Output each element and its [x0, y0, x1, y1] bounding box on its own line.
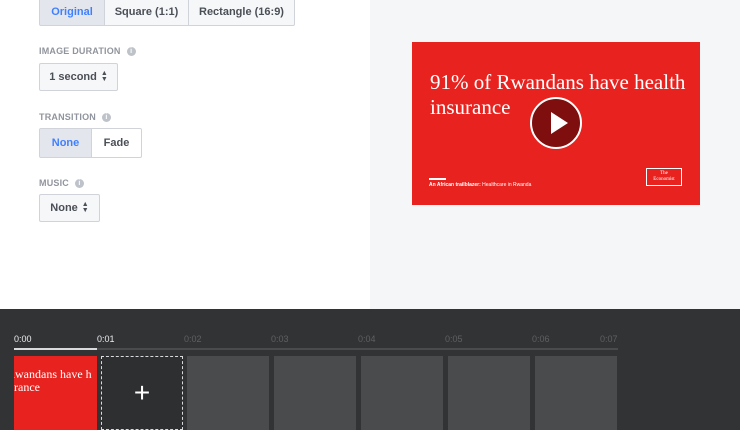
timeline-empty-slot [535, 356, 617, 430]
preview-subtitle: An African trailblazer: Healthcare in Rw… [429, 182, 531, 188]
timeline-tick: 0:00 [14, 334, 32, 344]
video-preview[interactable]: 91% of Rwandans have health insurance An… [412, 42, 700, 205]
up-down-chevron-icon: ▲ ▼ [81, 201, 89, 214]
format-rectangle-button[interactable]: Rectangle (16:9) [189, 0, 295, 26]
info-icon[interactable]: i [126, 46, 136, 56]
timeline-tick: 0:06 [532, 334, 550, 344]
economist-logo: The Economist [646, 168, 682, 186]
image-duration-dropdown[interactable]: 1 second ▲ ▼ [39, 63, 118, 91]
clip-text: of Rwandans have h insurance [14, 367, 92, 394]
settings-panel: Original Square (1:1) Rectangle (16:9) I… [0, 0, 370, 309]
format-selector: Original Square (1:1) Rectangle (16:9) [39, 0, 295, 26]
timeline-empty-slot [361, 356, 443, 430]
music-label: MUSIC [39, 178, 69, 188]
play-icon[interactable] [530, 97, 582, 149]
format-original-button[interactable]: Original [39, 0, 105, 26]
preview-subtitle-rest: Healthcare in Rwanda [480, 182, 532, 188]
timeline: 0:00 0:01 0:02 0:03 0:04 0:05 0:06 0:07 … [0, 309, 740, 430]
info-icon[interactable]: i [75, 178, 84, 188]
timeline-tick: 0:01 [97, 334, 115, 344]
music-label-row: MUSIC i [39, 178, 84, 188]
music-dropdown[interactable]: None ▲ ▼ [39, 194, 100, 222]
timeline-clip[interactable]: of Rwandans have h insurance [14, 356, 97, 430]
up-down-chevron-icon: ▲ ▼ [100, 70, 108, 83]
timeline-empty-slot [187, 356, 269, 430]
info-icon[interactable]: i [102, 112, 111, 122]
transition-fade-button[interactable]: Fade [92, 128, 142, 158]
transition-label: TRANSITION [39, 112, 96, 122]
format-square-button[interactable]: Square (1:1) [105, 0, 189, 26]
logo-line-2: Economist [653, 177, 675, 182]
timeline-progress [14, 348, 97, 350]
timeline-track[interactable] [14, 348, 618, 350]
add-clip-button[interactable]: + [101, 356, 183, 430]
timeline-tick: 0:05 [445, 334, 463, 344]
transition-label-row: TRANSITION i [39, 112, 111, 122]
transition-selector: None Fade [39, 128, 142, 158]
plus-icon: + [133, 377, 151, 408]
timeline-tick: 0:02 [184, 334, 202, 344]
timeline-tick: 0:03 [271, 334, 289, 344]
image-duration-label: IMAGE DURATION [39, 46, 121, 56]
divider [429, 178, 446, 180]
preview-subtitle-bold: An African trailblazer: [429, 182, 481, 188]
transition-none-button[interactable]: None [39, 128, 92, 158]
timeline-empty-slot [274, 356, 356, 430]
image-duration-label-row: IMAGE DURATION i [39, 46, 136, 56]
timeline-tick: 0:04 [358, 334, 376, 344]
timeline-empty-slot [448, 356, 530, 430]
music-value: None [50, 202, 78, 214]
timeline-tick: 0:07 [600, 334, 618, 344]
image-duration-value: 1 second [49, 71, 97, 83]
